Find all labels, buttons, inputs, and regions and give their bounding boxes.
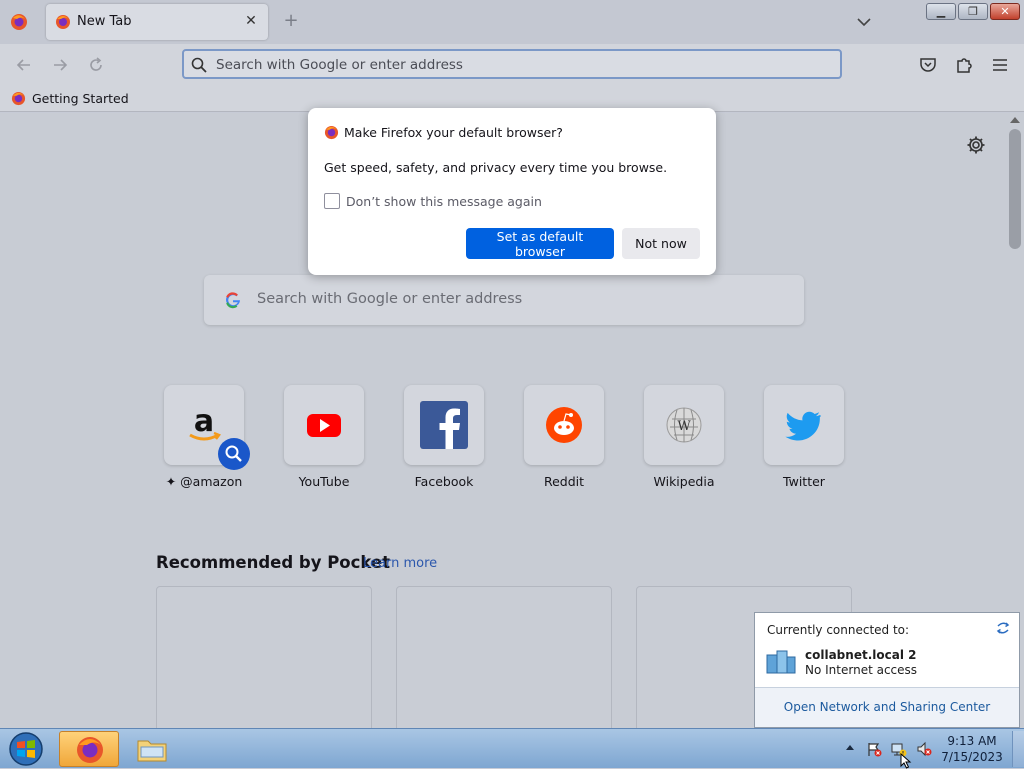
windows-taskbar: 9:13 AM 7/15/2023 — [0, 728, 1024, 768]
network-popup-title: Currently connected to: — [767, 623, 910, 637]
top-site-tile[interactable] — [404, 385, 484, 465]
top-site-label: Twitter — [783, 474, 825, 489]
tab-new-tab[interactable]: New Tab ✕ — [46, 4, 268, 40]
show-desktop-button[interactable] — [1012, 731, 1024, 767]
dialog-description: Get speed, safety, and privacy every tim… — [324, 160, 668, 175]
top-site-label: Reddit — [543, 474, 585, 489]
top-site-tile[interactable] — [284, 385, 364, 465]
firefox-view-icon[interactable] — [10, 13, 28, 31]
firefox-logo-icon — [324, 125, 339, 140]
scroll-thumb[interactable] — [1009, 129, 1021, 249]
bookmark-label: Getting Started — [32, 91, 129, 106]
scroll-up-arrow-icon[interactable] — [1010, 117, 1020, 123]
hamburger-menu-icon[interactable] — [990, 55, 1010, 75]
clock-date[interactable]: 7/15/2023 — [940, 750, 1004, 764]
firefox-icon — [77, 737, 103, 763]
back-arrow-icon[interactable] — [14, 55, 34, 75]
firefox-favicon-icon — [11, 91, 26, 106]
clock-time[interactable]: 9:13 AM — [940, 734, 1004, 748]
action-center-flag-icon[interactable] — [866, 741, 882, 757]
tab-title: New Tab — [77, 14, 132, 29]
network-name: collabnet.local 2 — [805, 648, 917, 662]
pocket-learn-more-link[interactable]: Learn more — [363, 556, 437, 571]
refresh-arrows-icon[interactable] — [995, 621, 1011, 635]
pocket-icon[interactable] — [918, 55, 938, 75]
forward-arrow-icon[interactable] — [50, 55, 70, 75]
google-icon — [226, 292, 240, 309]
top-site-tile[interactable]: a — [164, 385, 250, 470]
svg-text:a: a — [194, 405, 214, 439]
search-icon — [225, 445, 242, 462]
close-icon: ✕ — [1000, 5, 1010, 18]
network-domain-icon — [766, 650, 796, 674]
top-site-label: Wikipedia — [653, 474, 715, 489]
firefox-favicon-icon — [56, 15, 70, 29]
tab-close-icon[interactable]: ✕ — [242, 12, 260, 30]
reload-icon[interactable] — [86, 55, 106, 75]
pocket-card[interactable] — [396, 586, 612, 736]
mouse-cursor-icon — [900, 753, 912, 769]
address-bar-placeholder: Search with Google or enter address — [216, 57, 463, 73]
top-site-reddit[interactable]: Reddit — [524, 385, 604, 489]
window-minimize-button[interactable]: ▁ — [926, 3, 956, 20]
address-bar[interactable]: Search with Google or enter address — [182, 49, 842, 79]
search-shortcut-badge — [218, 438, 250, 470]
twitter-icon — [785, 411, 821, 441]
tab-bar: New Tab ✕ + ▁ ❐ ✕ — [0, 0, 1024, 44]
new-tab-search-box[interactable]: Search with Google or enter address — [204, 275, 804, 325]
top-site-label: Facebook — [414, 474, 474, 489]
top-site-amazon[interactable]: a ✦ @amazon — [164, 385, 250, 489]
top-site-label: YouTube — [298, 474, 350, 489]
not-now-button[interactable]: Not now — [622, 228, 700, 259]
network-status: No Internet access — [805, 663, 918, 677]
show-hidden-icons-arrow-icon[interactable] — [846, 745, 854, 750]
list-all-tabs-chevron-down-icon[interactable] — [855, 13, 873, 31]
pin-icon: ✦ — [165, 474, 181, 489]
minimize-icon: ▁ — [936, 5, 946, 18]
network-popup-footer: Open Network and Sharing Center — [755, 687, 1019, 727]
open-network-sharing-center-link[interactable]: Open Network and Sharing Center — [755, 700, 1019, 714]
volume-muted-icon[interactable] — [916, 741, 932, 757]
search-icon — [191, 57, 207, 73]
wikipedia-icon: W — [666, 407, 702, 443]
top-site-facebook[interactable]: Facebook — [404, 385, 484, 489]
svg-text:W: W — [677, 419, 691, 434]
new-tab-button[interactable]: + — [280, 10, 302, 32]
search-placeholder: Search with Google or enter address — [257, 291, 523, 307]
top-site-twitter[interactable]: Twitter — [764, 385, 844, 489]
window-close-button[interactable]: ✕ — [990, 3, 1020, 20]
restore-icon: ❐ — [968, 5, 978, 18]
set-as-default-button[interactable]: Set as default browser — [466, 228, 614, 259]
top-site-wikipedia[interactable]: W Wikipedia — [644, 385, 724, 489]
navigation-toolbar: Search with Google or enter address — [0, 44, 1024, 86]
facebook-icon — [420, 401, 468, 449]
youtube-icon — [307, 414, 341, 437]
top-site-tile[interactable] — [764, 385, 844, 465]
network-status-popup: Currently connected to: collabnet.local … — [754, 612, 1020, 728]
extensions-puzzle-icon[interactable] — [954, 55, 974, 75]
top-site-tile[interactable] — [524, 385, 604, 465]
pocket-card[interactable] — [156, 586, 372, 736]
pocket-heading: Recommended by Pocket — [156, 553, 391, 572]
taskbar-firefox[interactable] — [59, 731, 119, 767]
windows-start-icon[interactable] — [6, 731, 46, 767]
top-site-label-text: @amazon — [180, 474, 243, 489]
top-site-tile[interactable]: W — [644, 385, 724, 465]
dont-show-again-label[interactable]: Don’t show this message again — [346, 194, 542, 209]
gear-icon[interactable] — [966, 135, 986, 155]
default-browser-dialog: Make Firefox your default browser? Get s… — [308, 108, 716, 275]
dialog-title: Make Firefox your default browser? — [344, 125, 563, 140]
dont-show-again-checkbox[interactable] — [324, 193, 340, 209]
window-restore-button[interactable]: ❐ — [958, 3, 988, 20]
folder-icon — [137, 740, 167, 762]
taskbar-file-explorer[interactable] — [126, 731, 178, 767]
top-site-youtube[interactable]: YouTube — [284, 385, 364, 489]
reddit-icon — [546, 407, 582, 443]
top-site-label: ✦ @amazon — [144, 474, 264, 489]
